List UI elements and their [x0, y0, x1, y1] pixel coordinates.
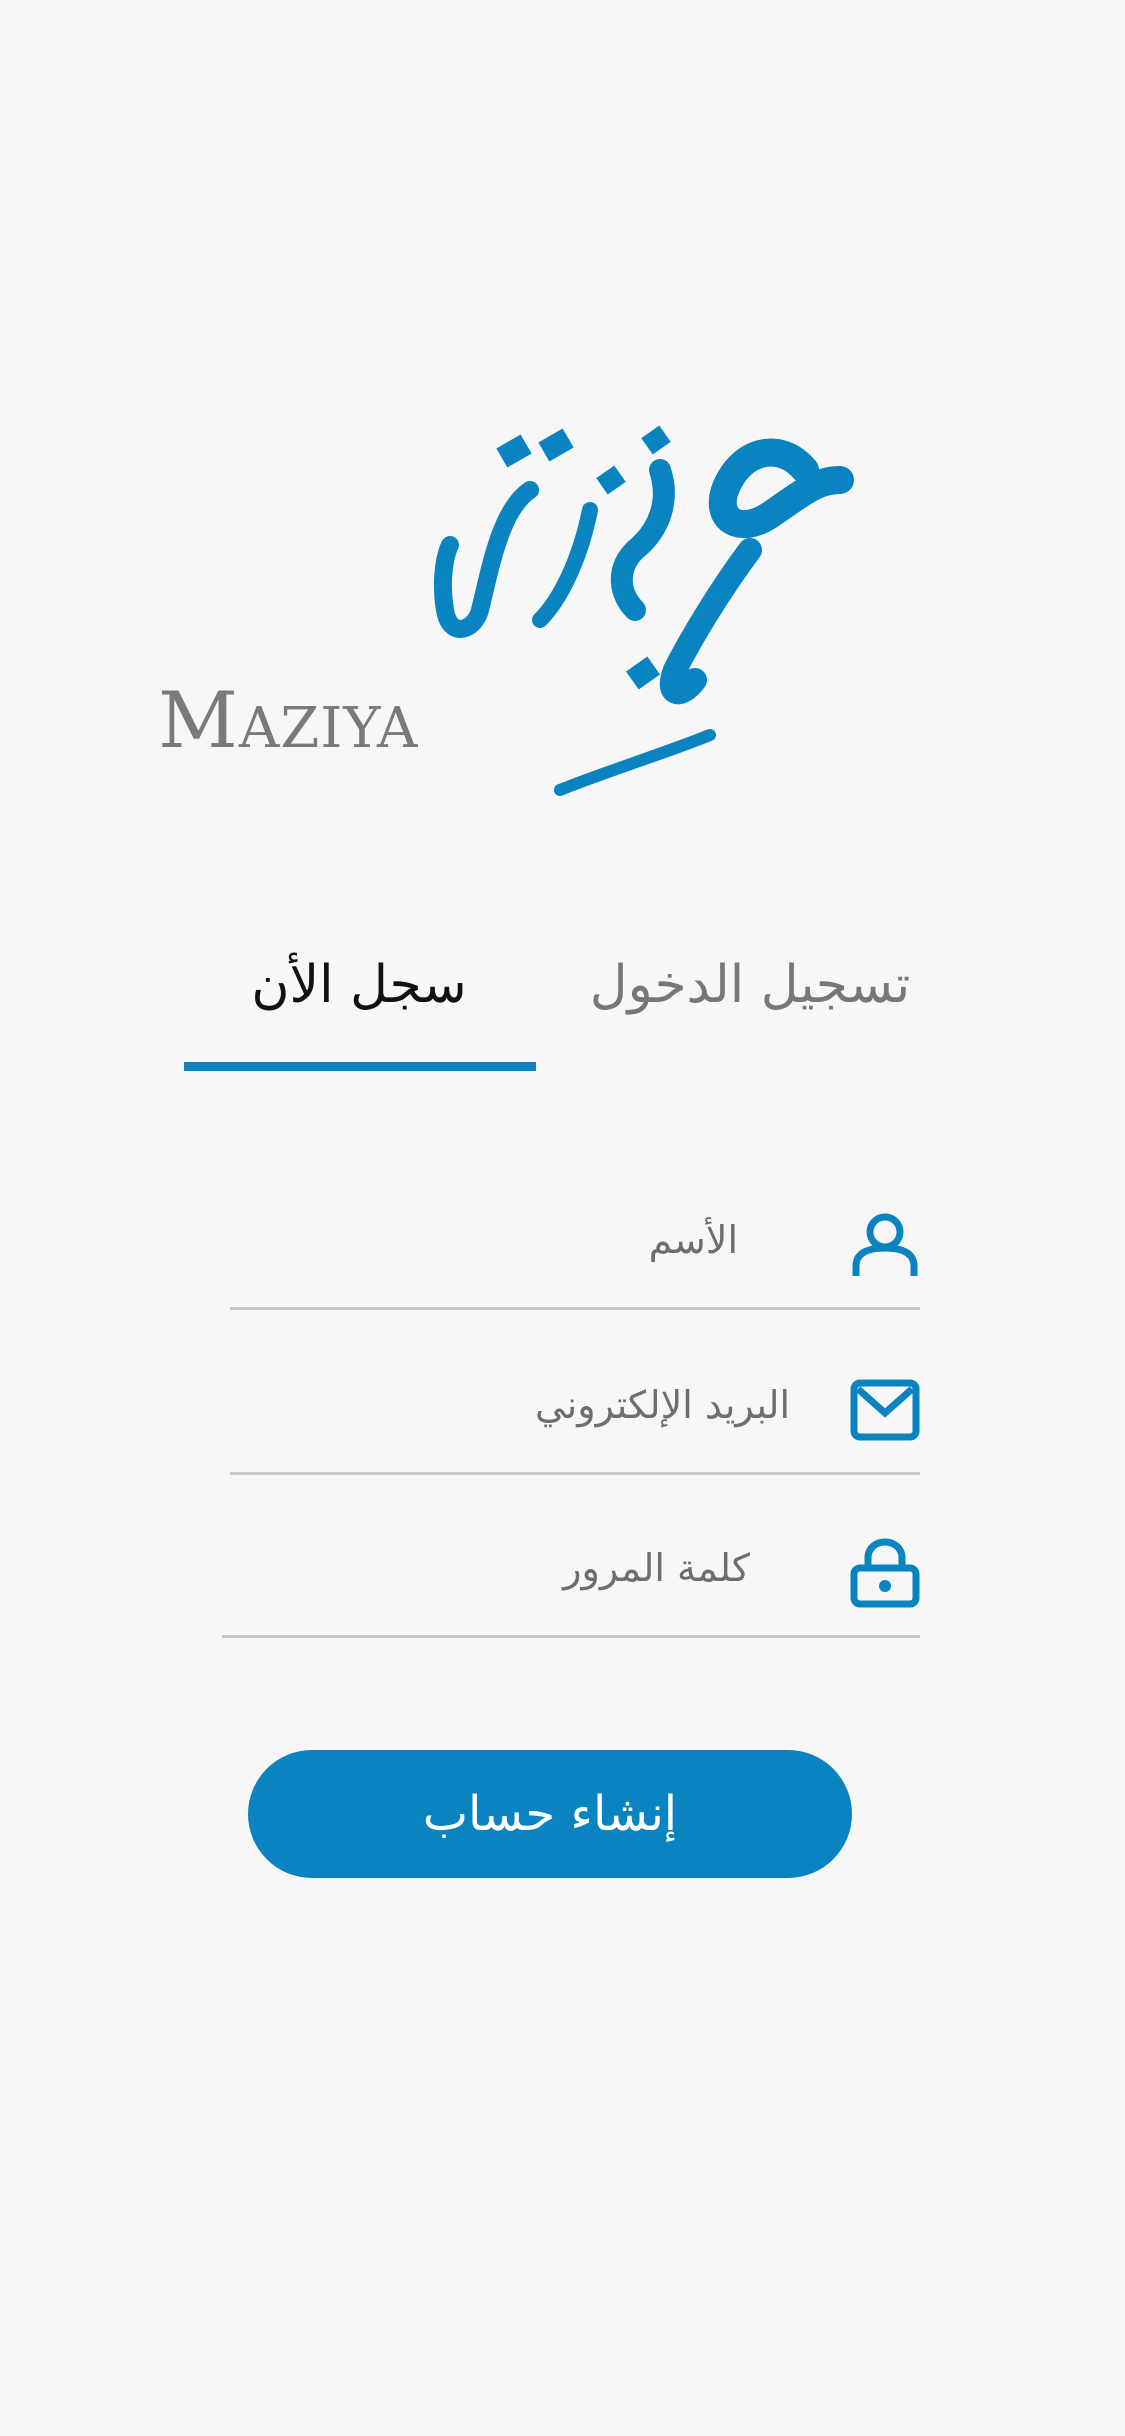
email-field[interactable]: البريد الإلكتروني [230, 1365, 920, 1475]
wordmark-initial: M [158, 676, 239, 766]
tab-signup[interactable]: سجل الأن [184, 930, 534, 1040]
mail-icon [850, 1379, 920, 1441]
maziya-wordmark: MAZIYA [158, 682, 418, 760]
password-field[interactable]: كلمة المرور [222, 1528, 920, 1638]
email-placeholder: البريد الإلكتروني [535, 1383, 790, 1427]
password-placeholder: كلمة المرور [563, 1546, 750, 1590]
wordmark-rest: AZIYA [238, 696, 419, 761]
active-tab-indicator [184, 1062, 536, 1071]
lock-icon [850, 1538, 920, 1608]
create-account-button[interactable]: إنشاء حساب [248, 1750, 852, 1878]
maziya-calligraphy-logo [433, 425, 854, 796]
tab-login[interactable]: تسجيل الدخول [560, 930, 940, 1040]
logo: MAZIYA [0, 0, 1125, 820]
password-underline [222, 1635, 920, 1638]
user-icon [852, 1213, 918, 1276]
email-underline [230, 1472, 920, 1475]
name-placeholder: الأسم [648, 1218, 738, 1262]
name-field[interactable]: الأسم [230, 1200, 920, 1310]
auth-tabs: سجل الأن تسجيل الدخول [0, 930, 1125, 1080]
name-underline [230, 1307, 920, 1310]
